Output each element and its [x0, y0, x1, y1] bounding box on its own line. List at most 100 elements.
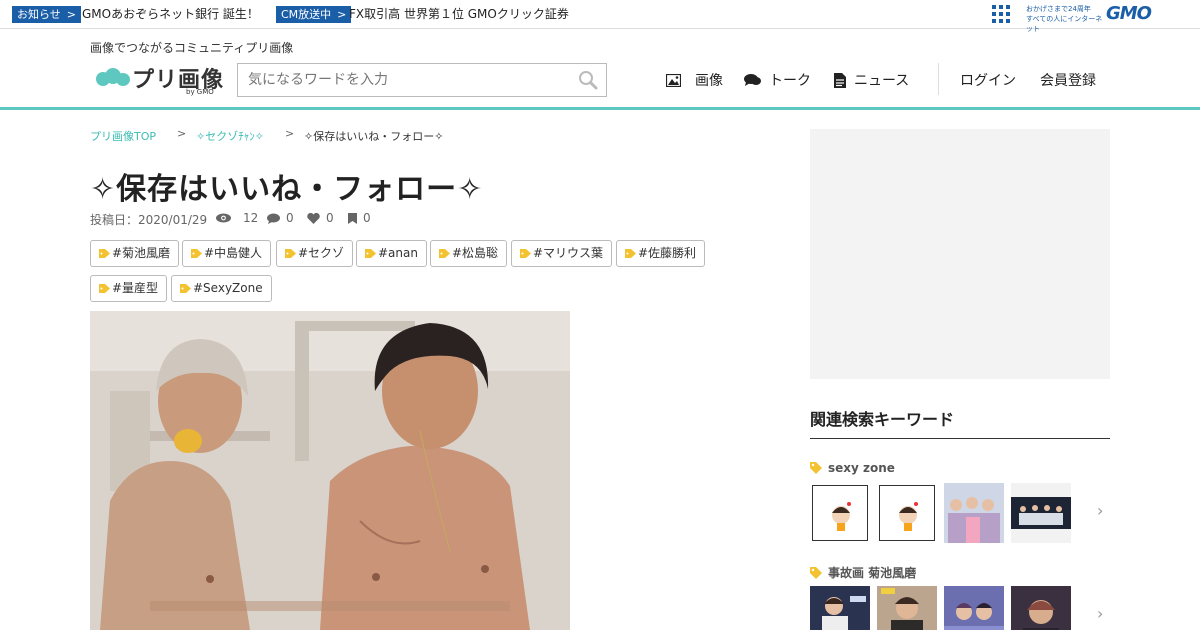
cm-badge-label: CM放送中 — [281, 8, 332, 21]
tag-icon — [99, 284, 110, 293]
gmo-fx-link[interactable]: FX取引高 世界第１位 GMOクリック証券 — [349, 6, 569, 23]
hashtag-chip[interactable]: #中島健人 — [182, 240, 272, 267]
hashtag-chip[interactable]: #佐藤勝利 — [616, 240, 706, 267]
tag-icon — [810, 566, 822, 579]
chevron-right-icon[interactable]: › — [1097, 604, 1103, 623]
thumbnail[interactable] — [944, 586, 1004, 630]
hashtag-chip[interactable]: #菊池風磨 — [90, 240, 180, 267]
photo-illustration — [90, 311, 570, 630]
thumbnail-image — [944, 483, 1004, 543]
hashtag-chip[interactable]: #セクゾ — [276, 240, 354, 267]
cm-badge[interactable]: CM放送中 > — [276, 6, 352, 23]
nav-divider — [938, 63, 939, 95]
search-icon[interactable] — [578, 70, 598, 90]
hashtag-label: #佐藤勝利 — [638, 246, 697, 260]
header-accent-line — [0, 107, 1200, 110]
gmo-tagline-line2: すべての人にインターネット — [1026, 15, 1103, 33]
comment-count: 0 — [267, 211, 294, 225]
breadcrumb-separator: > — [177, 127, 187, 140]
hashtag-label: #anan — [378, 246, 418, 260]
login-link[interactable]: ログイン — [960, 70, 1016, 90]
cm-badge-arrow: > — [337, 8, 347, 21]
keyword-label: 事故画 菊池風磨 — [828, 566, 917, 580]
hashtag-chip[interactable]: #anan — [356, 240, 427, 267]
hashtag-chip[interactable]: #SexyZone — [171, 275, 272, 302]
thumbnail[interactable] — [810, 586, 870, 630]
thumbnail-image — [944, 586, 1004, 630]
ad-slot[interactable] — [810, 129, 1110, 379]
nav-news[interactable]: ニュース — [834, 70, 909, 90]
bookmark-icon — [348, 212, 357, 224]
thumbnail-image — [877, 586, 937, 630]
save-count[interactable]: 0 — [348, 211, 371, 225]
nav-news-label: ニュース — [854, 73, 910, 89]
search-box — [237, 63, 607, 97]
breadcrumb-category[interactable]: ✧セクゾﾁｬﾝ✧ — [196, 128, 264, 144]
site-tagline: 画像でつながるコミュニティプリ画像 — [90, 41, 294, 55]
hashtag-label: #量産型 — [112, 281, 159, 295]
thumbnail[interactable] — [877, 586, 937, 630]
related-divider — [810, 438, 1110, 439]
nav-images-label: 画像 — [695, 73, 723, 89]
nav-talk[interactable]: トーク — [744, 70, 811, 90]
gmo-services-grid-icon[interactable] — [992, 5, 1010, 23]
nav-images[interactable]: 画像 — [666, 70, 723, 90]
heart-icon — [307, 212, 320, 224]
search-input[interactable] — [238, 64, 568, 96]
thumbnail[interactable] — [1011, 586, 1071, 630]
hashtag-label: #菊池風磨 — [112, 246, 171, 260]
thumbnail-image — [1011, 586, 1071, 630]
breadcrumb-category-link[interactable]: ✧セクゾﾁｬﾝ✧ — [196, 130, 264, 143]
login-label: ログイン — [960, 73, 1016, 89]
tag-icon — [439, 249, 450, 258]
thumbnail-image — [810, 586, 870, 630]
keyword-link[interactable]: sexy zone — [810, 461, 895, 475]
tag-icon — [99, 249, 110, 258]
breadcrumb-home-link[interactable]: プリ画像TOP — [90, 130, 156, 143]
hashtag-label: #松島聡 — [452, 246, 499, 260]
register-link[interactable]: 会員登録 — [1040, 70, 1096, 90]
thumbnail[interactable] — [812, 485, 868, 541]
hashtag-label: #セクゾ — [298, 246, 345, 260]
thumbnail[interactable] — [879, 485, 935, 541]
tag-icon — [520, 249, 531, 258]
document-icon — [834, 72, 846, 88]
gmo-logo[interactable]: GMO — [1106, 3, 1152, 24]
page-title: ✧保存はいいね・フォロー✧ — [90, 172, 484, 207]
thumbnail-image — [1011, 483, 1071, 543]
save-count-value: 0 — [363, 211, 371, 225]
thumbnail[interactable] — [1011, 483, 1071, 543]
hashtag-label: #SexyZone — [193, 281, 263, 295]
breadcrumb-home[interactable]: プリ画像TOP — [90, 128, 156, 144]
gmo-announcement-link[interactable]: GMOあおぞらネット銀行 誕生！ — [82, 6, 259, 23]
like-count[interactable]: 0 — [307, 211, 334, 225]
keyword-label: sexy zone — [828, 461, 895, 475]
nav-talk-label: トーク — [769, 73, 811, 89]
tag-icon — [180, 284, 191, 293]
chevron-right-icon[interactable]: › — [1097, 501, 1103, 520]
keyword-link[interactable]: 事故画 菊池風磨 — [810, 564, 916, 581]
thumbnail-image — [899, 502, 918, 531]
thumbnail[interactable] — [944, 483, 1004, 543]
breadcrumb-current: ✧保存はいいね・フォロー✧ — [304, 130, 444, 143]
hashtag-chip[interactable]: #マリウス葉 — [511, 240, 613, 267]
hashtag-label: #マリウス葉 — [533, 246, 604, 260]
tag-icon — [625, 249, 636, 258]
tag-icon — [365, 249, 376, 258]
gmo-anniversary-tagline: おかげさまで24周年 すべての人にインターネット — [1026, 4, 1106, 34]
site-logo[interactable]: プリ画像 by GMO — [96, 62, 226, 98]
post-image[interactable] — [90, 311, 570, 630]
thumbnail-image — [832, 502, 851, 531]
tag-icon — [810, 462, 822, 474]
chat-bubble-icon — [744, 74, 761, 86]
image-icon — [666, 73, 681, 87]
view-count-value: 12 — [243, 211, 259, 225]
news-badge[interactable]: お知らせ > — [12, 6, 81, 23]
tag-icon — [191, 249, 202, 258]
post-date: 投稿日：2020/01/29 — [90, 213, 208, 227]
hashtag-label: #中島健人 — [204, 246, 263, 260]
logo-mark-icon — [96, 68, 132, 88]
hashtag-chip[interactable]: #量産型 — [90, 275, 168, 302]
hashtag-chip[interactable]: #松島聡 — [430, 240, 508, 267]
related-keywords-title: 関連検索キーワード — [810, 410, 955, 429]
